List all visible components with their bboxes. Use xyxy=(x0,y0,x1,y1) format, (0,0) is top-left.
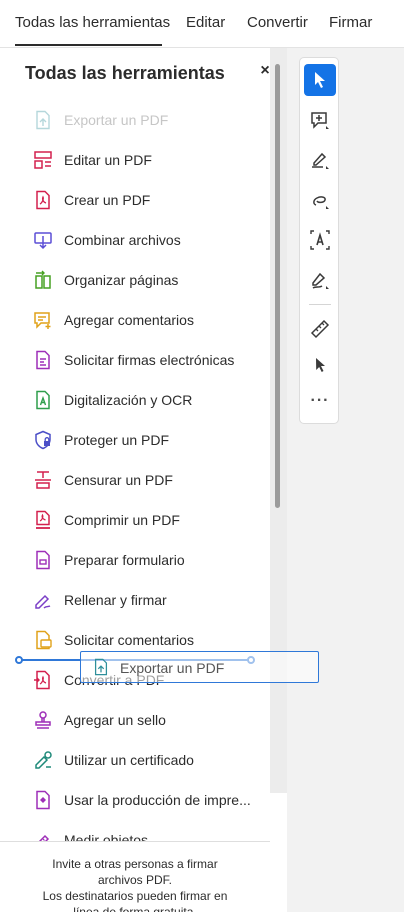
create-pdf-icon xyxy=(36,190,50,210)
organize-pages-icon xyxy=(35,270,51,289)
tool-edit-pdf[interactable]: Editar un PDF xyxy=(0,140,270,180)
tool-label: Preparar formulario xyxy=(64,552,185,568)
tool-label: Solicitar comentarios xyxy=(64,632,194,648)
tool-label: Organizar páginas xyxy=(64,272,179,288)
footer-line: Invite a otras personas a firmar xyxy=(52,857,218,871)
protect-pdf-icon xyxy=(35,430,51,450)
tool-label: Proteger un PDF xyxy=(64,432,170,448)
all-tools-panel: Todas las herramientas × Exportar un PDF… xyxy=(0,48,287,912)
dragged-tool-ghost[interactable]: Exportar un PDF xyxy=(80,651,319,683)
tool-label: Agregar un sello xyxy=(64,712,166,728)
convert-pdf-icon xyxy=(34,670,50,690)
request-comments-icon xyxy=(36,630,52,650)
stamp-icon xyxy=(35,711,51,729)
quick-tools-toolbar: ··· xyxy=(299,57,339,424)
tool-fill-sign[interactable]: Rellenar y firmar xyxy=(0,580,270,620)
tool-protect-pdf[interactable]: Proteger un PDF xyxy=(0,420,270,460)
request-esign-icon xyxy=(36,350,50,370)
tool-label: Exportar un PDF xyxy=(64,112,169,128)
tool-redact-pdf[interactable]: Censurar un PDF xyxy=(0,460,270,500)
add-comment-icon xyxy=(34,312,51,329)
tool-add-stamp[interactable]: Agregar un sello xyxy=(0,700,270,740)
draw-freehand-icon xyxy=(313,196,329,209)
prepare-form-icon xyxy=(36,550,50,570)
dragged-tool-label: Exportar un PDF xyxy=(120,660,225,676)
tool-create-pdf[interactable]: Crear un PDF xyxy=(0,180,270,220)
export-pdf-icon xyxy=(36,110,50,130)
tool-label: Censurar un PDF xyxy=(64,472,173,488)
pointer-cursor-icon xyxy=(316,358,325,372)
fill-sign-pen-icon xyxy=(312,272,329,289)
tool-label: Rellenar y firmar xyxy=(64,592,167,608)
select-cursor-icon xyxy=(315,72,325,88)
compress-pdf-icon xyxy=(36,510,50,529)
tool-add-comments[interactable]: Agregar comentarios xyxy=(0,300,270,340)
text-recognition-tool-button[interactable] xyxy=(304,224,336,256)
print-production-icon xyxy=(36,790,50,810)
fill-sign-icon xyxy=(35,594,51,609)
tool-prepare-form[interactable]: Preparar formulario xyxy=(0,540,270,580)
select-tool-button[interactable] xyxy=(304,64,336,96)
tool-label: Editar un PDF xyxy=(64,152,152,168)
tool-label: Usar la producción de impre... xyxy=(64,792,251,808)
active-tab-indicator xyxy=(15,44,162,46)
measure-icon xyxy=(38,834,50,841)
tab-all-tools[interactable]: Todas las herramientas xyxy=(15,14,170,31)
tool-label: Agregar comentarios xyxy=(64,312,194,328)
tool-label: Combinar archivos xyxy=(64,232,181,248)
tool-label: Medir objetos xyxy=(64,832,149,841)
tools-list: Exportar un PDF Editar un PDF Crear un P… xyxy=(0,100,270,841)
tool-print-production[interactable]: Usar la producción de impre... xyxy=(0,780,270,820)
draw-tool-button[interactable] xyxy=(304,184,336,216)
tool-measure-objects[interactable]: Medir objetos xyxy=(0,820,270,841)
redact-pdf-icon xyxy=(35,471,51,489)
tab-edit[interactable]: Editar xyxy=(186,14,225,31)
edit-pdf-icon xyxy=(34,151,52,169)
tool-scan-ocr[interactable]: Digitalización y OCR xyxy=(0,380,270,420)
fill-sign-tool-button[interactable] xyxy=(304,264,336,296)
tab-convert[interactable]: Convertir xyxy=(247,14,308,31)
highlight-pen-icon xyxy=(312,152,329,169)
tool-organize-pages[interactable]: Organizar páginas xyxy=(0,260,270,300)
tool-label: Crear un PDF xyxy=(64,192,151,208)
certificate-icon xyxy=(35,751,52,769)
measure-ruler-icon xyxy=(310,319,330,339)
export-pdf-icon xyxy=(94,658,108,676)
text-recognition-icon xyxy=(310,230,330,250)
pointer-tool-button[interactable] xyxy=(304,349,336,381)
highlight-tool-button[interactable] xyxy=(304,144,336,176)
tool-combine-files[interactable]: Combinar archivos xyxy=(0,220,270,260)
top-nav: Todas las herramientas Editar Convertir … xyxy=(0,0,404,48)
comment-tool-button[interactable] xyxy=(304,104,336,136)
tab-sign[interactable]: Firmar xyxy=(329,14,372,31)
footer-line: archivos PDF. xyxy=(97,873,173,887)
scrollbar-thumb[interactable] xyxy=(275,64,280,508)
tool-label: Comprimir un PDF xyxy=(64,512,180,528)
add-comment-icon xyxy=(311,112,329,129)
footer-line: línea de forma gratuita. xyxy=(73,905,197,912)
toolbar-separator xyxy=(309,304,331,305)
combine-files-icon xyxy=(34,232,52,250)
footer-line: Los destinatarios pueden firmar en xyxy=(42,889,228,903)
drop-line-start-dot xyxy=(15,656,23,664)
tool-export-pdf[interactable]: Exportar un PDF xyxy=(0,100,270,140)
tool-label: Solicitar firmas electrónicas xyxy=(64,352,235,368)
more-tools-button[interactable]: ··· xyxy=(304,391,336,415)
tool-label: Digitalización y OCR xyxy=(64,392,193,408)
tool-label: Utilizar un certificado xyxy=(64,752,194,768)
panel-title: Todas las herramientas xyxy=(25,63,225,83)
tool-request-esign[interactable]: Solicitar firmas electrónicas xyxy=(0,340,270,380)
invite-signers-footer: Invite a otras personas a firmar archivo… xyxy=(0,841,270,912)
tool-compress-pdf[interactable]: Comprimir un PDF xyxy=(0,500,270,540)
measure-tool-button[interactable] xyxy=(304,313,336,345)
tool-use-certificate[interactable]: Utilizar un certificado xyxy=(0,740,270,780)
scan-ocr-icon xyxy=(36,390,50,410)
